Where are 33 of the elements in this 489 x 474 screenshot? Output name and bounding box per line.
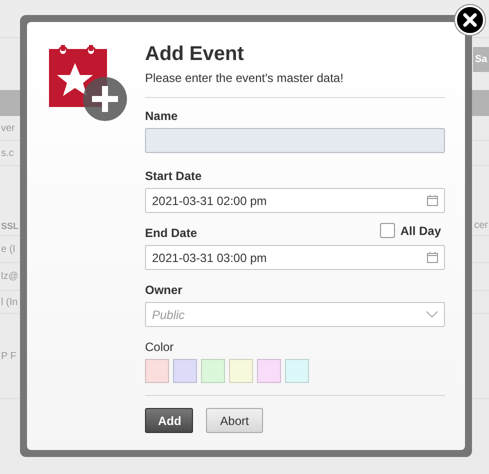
- table-cell: e (I: [1, 244, 16, 254]
- dialog-title: Add Event: [145, 42, 245, 66]
- color-swatch[interactable]: [285, 359, 309, 383]
- field-label: Owner: [145, 283, 184, 297]
- calendar-icon: [427, 252, 438, 263]
- table-cell: P F: [1, 350, 16, 362]
- calendar-icon: [427, 195, 438, 206]
- color-swatch[interactable]: [229, 359, 253, 383]
- abort-button[interactable]: Abort: [206, 408, 263, 433]
- date-input[interactable]: 2021-03-31 03:00 pm: [145, 245, 445, 270]
- table-cell: cer: [474, 220, 488, 231]
- all-day-checkbox[interactable]: [380, 223, 396, 238]
- dialog-subtitle: Please enter the event's master data!: [145, 71, 344, 85]
- color-swatch[interactable]: [145, 359, 169, 383]
- field-label: Color: [145, 340, 175, 354]
- date-input[interactable]: 2021-03-31 02:00 pm: [145, 188, 445, 213]
- field-label: Start Date: [145, 169, 203, 183]
- add-button[interactable]: Add: [145, 408, 193, 433]
- field-label: End Date: [145, 226, 198, 240]
- checkbox-label: All Day: [400, 224, 441, 238]
- color-swatch[interactable]: [257, 359, 281, 383]
- calendar-star-add-icon: [49, 45, 127, 121]
- table-cell: l (In: [1, 296, 18, 308]
- color-swatch[interactable]: [201, 359, 225, 383]
- name-input[interactable]: [145, 128, 445, 153]
- color-swatch[interactable]: [173, 359, 197, 383]
- close-icon: [462, 12, 478, 28]
- table-cell: ver: [1, 122, 15, 134]
- table-cell: SSL: [1, 221, 19, 231]
- table-cell: s.c: [1, 148, 14, 158]
- field-label: Name: [145, 109, 179, 123]
- table-cell: lz@: [1, 271, 18, 282]
- chevron-down-icon: [426, 311, 438, 318]
